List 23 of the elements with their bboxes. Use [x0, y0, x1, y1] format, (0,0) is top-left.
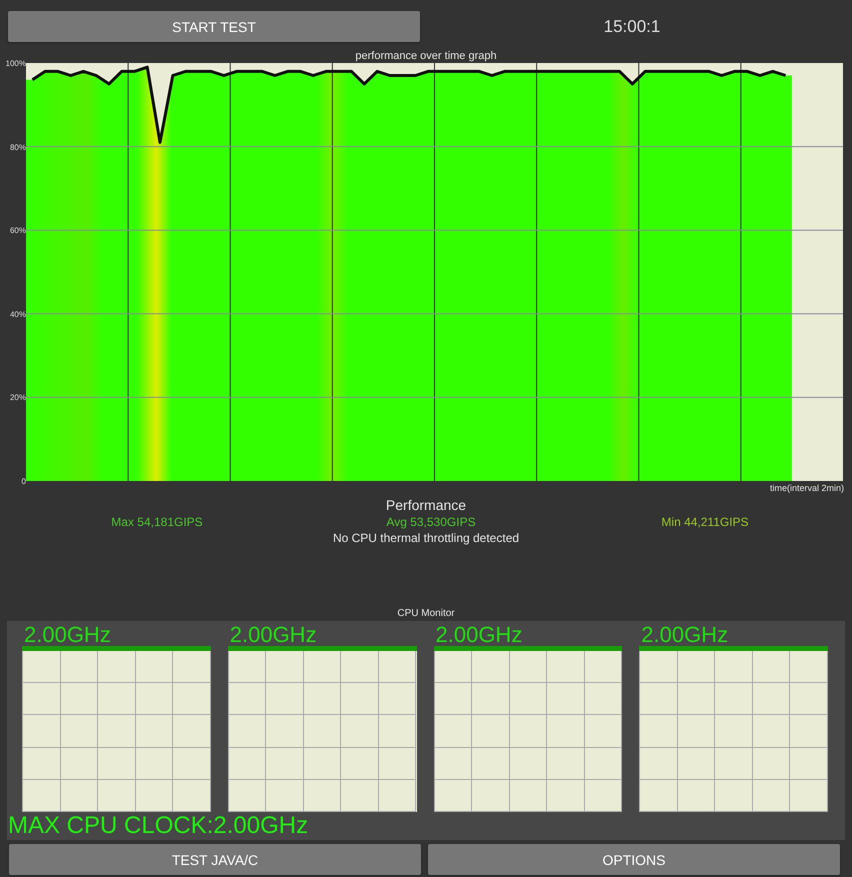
max-clock-label: MAX CPU CLOCK:2.00GHz: [7, 814, 310, 838]
axis-label: 0: [22, 477, 26, 486]
chart-title: performance over time graph: [354, 50, 498, 63]
frequency-label: 2.00GHz: [228, 624, 318, 646]
cpu-monitor-title: CPU Monitor: [396, 608, 456, 620]
action-button[interactable]: OPTIONS: [428, 844, 840, 875]
min-value: Min 44,211GIPS: [660, 514, 750, 531]
performance-title: Performance: [384, 496, 468, 514]
axis-label: 100%: [6, 59, 26, 68]
axis-label: 40%: [10, 310, 26, 319]
timer-text: 15:00:1: [602, 16, 662, 36]
average-value: Avg 53,530GIPS: [385, 514, 477, 531]
axis-label: 60%: [10, 226, 26, 236]
frequency-label: 2.00GHz: [434, 624, 524, 646]
frequency-label: 2.00GHz: [640, 624, 730, 646]
start-test-button[interactable]: START TEST: [8, 11, 420, 42]
max-value: Max 54,181GIPS: [110, 514, 204, 531]
throttling-message: No CPU thermal throttling detected: [332, 531, 520, 546]
frequency-label: 2.00GHz: [23, 624, 112, 646]
axis-label: time(interval 2min): [768, 482, 845, 494]
axis-label: 80%: [10, 142, 26, 152]
action-button[interactable]: TEST JAVA/C: [9, 844, 421, 875]
axis-label: 20%: [10, 393, 26, 402]
